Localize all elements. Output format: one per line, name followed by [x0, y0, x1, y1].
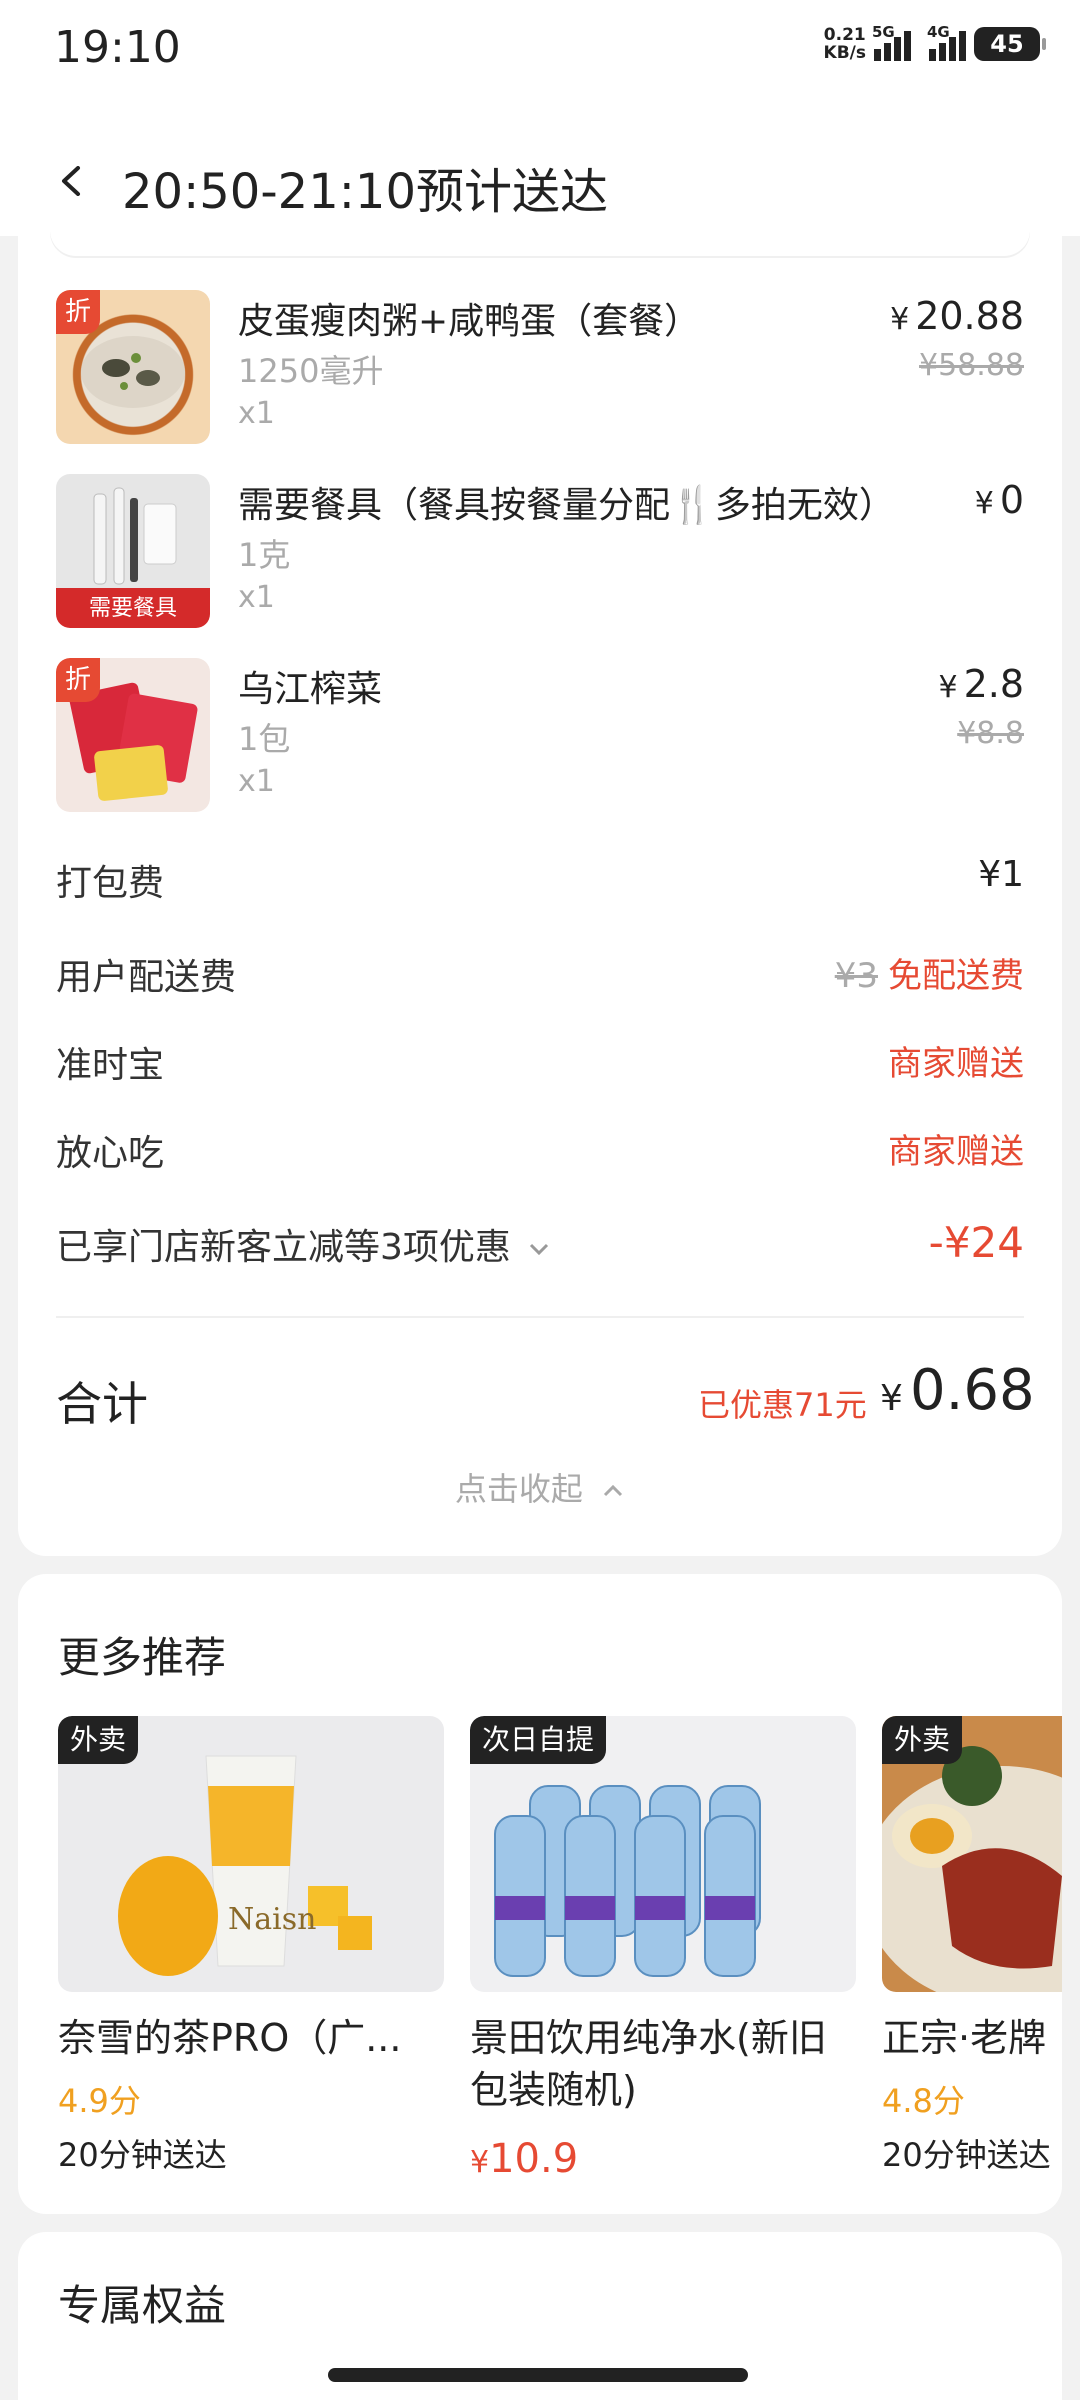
discount-badge: 折: [56, 290, 100, 334]
rec-name: 正宗·老牌: [882, 2016, 1047, 2060]
recommend-card: 更多推荐 Naisn 外卖 奈雪的茶PRO（广... 4.9分 20分钟送达 次…: [18, 1574, 1062, 2214]
section-title: 专属权益: [58, 2281, 227, 2330]
item-spec: 1250毫升: [238, 352, 384, 390]
order-summary-card: 折 皮蛋瘦肉粥+咸鸭蛋（套餐） 1250毫升 x1 ¥20.88 ¥58.88 …: [18, 230, 1062, 1556]
signal-5g-icon: 5G: [872, 23, 911, 61]
rec-tag: 外卖: [882, 1716, 963, 1764]
net-speed-value: 0.21: [823, 25, 866, 45]
rec-delivery-time: 20分钟送达: [882, 2136, 1051, 2174]
battery-icon: 45: [974, 27, 1046, 61]
item-price-value: 2.8: [963, 662, 1024, 706]
fee-value: ¥3 免配送费: [835, 948, 1024, 997]
fee-original: ¥3: [834, 956, 878, 996]
fee-label: 放心吃: [56, 1133, 165, 1174]
status-icons: 0.21 KB/s 5G 4G 45: [824, 23, 1046, 62]
item-thumbnail: 折: [56, 658, 210, 812]
sim2-label: 4G: [927, 23, 950, 41]
discounts-row[interactable]: 已享门店新客立减等3项优惠 -¥24: [56, 1218, 1024, 1278]
item-thumbnail: 折: [56, 290, 210, 444]
fee-label: 已享门店新客立减等3项优惠: [56, 1218, 550, 1270]
home-indicator[interactable]: [328, 2368, 748, 2382]
item-name: 乌江榨菜: [238, 669, 383, 710]
order-item[interactable]: 需要餐具 需要餐具（餐具按餐量分配🍴多拍无效） 1克 x1 ¥0: [18, 474, 1062, 634]
signal-4g-icon: 4G: [927, 23, 966, 61]
item-name: 需要餐具（餐具按餐量分配🍴多拍无效）: [238, 485, 895, 526]
item-thumbnail: 需要餐具: [56, 474, 210, 628]
total-saved: 已优惠71元: [698, 1386, 867, 1424]
currency-symbol: ¥: [974, 486, 994, 521]
order-item[interactable]: 折 皮蛋瘦肉粥+咸鸭蛋（套餐） 1250毫升 x1 ¥20.88 ¥58.88: [18, 290, 1062, 450]
discounts-label: 已享门店新客立减等3项优惠: [56, 1227, 511, 1268]
sim1-label: 5G: [872, 23, 895, 41]
rec-tag: 次日自提: [470, 1716, 607, 1764]
currency-symbol: ¥: [938, 670, 958, 705]
total-label: 合计: [56, 1377, 148, 1431]
chevron-left-icon[interactable]: [58, 166, 88, 196]
currency-symbol: ¥: [880, 1378, 903, 1419]
collapse-button[interactable]: 点击收起: [18, 1464, 1062, 1510]
fee-value: ¥1: [978, 854, 1024, 895]
rec-price: ¥10.9: [470, 2136, 578, 2182]
worry-free-row: 放心吃 商家赠送: [56, 1124, 1024, 1184]
rec-price-value: 10.9: [489, 2136, 579, 2182]
status-bar: 19:10 0.21 KB/s 5G 4G 45: [0, 0, 1080, 100]
item-original-price: ¥58.88: [919, 348, 1024, 383]
fee-label: 打包费: [56, 863, 165, 904]
item-name: 皮蛋瘦肉粥+咸鸭蛋（套餐）: [238, 301, 701, 342]
recommend-image: Naisn 外卖: [58, 1716, 444, 1992]
page-header: 20:50-21:10预计送达: [0, 100, 1080, 236]
fee-value: 商家赠送: [888, 1132, 1024, 1172]
item-quantity: x1: [238, 580, 275, 615]
currency-symbol: ¥: [890, 302, 910, 337]
item-price: ¥2.8: [938, 662, 1024, 706]
item-price-value: 0: [999, 478, 1024, 522]
item-quantity: x1: [238, 396, 275, 431]
item-original-price: ¥8.8: [957, 716, 1024, 751]
cutlery-thumb-label: 需要餐具: [88, 596, 177, 621]
net-speed-unit: KB/s: [823, 43, 866, 63]
fee-value: 商家赠送: [888, 1044, 1024, 1084]
discount-badge: 折: [56, 658, 100, 702]
free-delivery-label: 免配送费: [888, 956, 1024, 996]
currency-symbol: ¥: [470, 2145, 490, 2180]
discount-amount: -¥24: [928, 1218, 1024, 1267]
net-speed: 0.21 KB/s: [824, 26, 866, 62]
item-spec: 1包: [238, 720, 291, 758]
recommend-image: 外卖: [882, 1716, 1062, 1992]
page-title: 20:50-21:10预计送达: [122, 164, 608, 220]
item-spec: 1克: [238, 536, 291, 574]
packing-fee-row: 打包费 ¥1: [56, 854, 1024, 914]
chevron-up-icon: [604, 1484, 623, 1497]
section-title: 更多推荐: [58, 1633, 227, 1682]
divider: [56, 1316, 1024, 1318]
rec-delivery-time: 20分钟送达: [58, 2136, 227, 2174]
ontime-guarantee-row: 准时宝 商家赠送: [56, 1036, 1024, 1096]
item-price: ¥20.88: [890, 294, 1024, 338]
collapse-label: 点击收起: [454, 1470, 583, 1508]
status-time: 19:10: [54, 22, 181, 73]
drink-brand-text: Naisn: [228, 1902, 317, 1937]
fee-label: 准时宝: [56, 1045, 165, 1086]
order-item[interactable]: 折 乌江榨菜 1包 x1 ¥2.8 ¥8.8: [18, 658, 1062, 818]
fee-label: 用户配送费: [56, 957, 237, 998]
rec-name: 奈雪的茶PRO（广...: [58, 2016, 402, 2060]
chevron-down-icon: [530, 1243, 549, 1256]
rec-name: 景田饮用纯净水(新旧包装随机) 560mL*1...: [470, 2016, 827, 2122]
item-price: ¥0: [975, 478, 1024, 522]
rec-rating: 4.9分: [58, 2082, 141, 2120]
delivery-fee-row: 用户配送费 ¥3 免配送费: [56, 948, 1024, 1008]
rec-rating: 4.8分: [882, 2082, 965, 2120]
item-price-value: 20.88: [915, 294, 1024, 338]
item-quantity: x1: [238, 764, 275, 799]
recommend-image: 次日自提: [470, 1716, 856, 1992]
rec-tag: 外卖: [58, 1716, 139, 1764]
total-amount: 0.68: [910, 1358, 1035, 1423]
